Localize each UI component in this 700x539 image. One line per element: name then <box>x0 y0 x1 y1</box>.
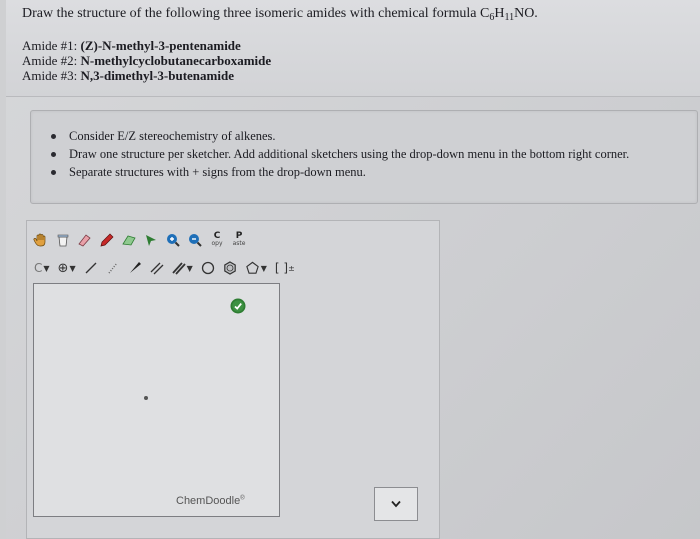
eraser-icon[interactable] <box>75 230 95 250</box>
amide-item-2: Amide #2: N-methylcyclobutanecarboxamide <box>22 53 271 68</box>
lasso-icon[interactable] <box>119 230 139 250</box>
double-bond-icon[interactable] <box>147 258 167 278</box>
sketcher-toolbar: Copy Paste C ▼ ⊕ ▼ ▼ ▼ [] ± <box>31 225 435 279</box>
chevron-down-icon: ▼ <box>260 263 267 273</box>
copy-text: opy <box>211 240 223 247</box>
amide-label: Amide #3: <box>22 68 78 83</box>
toolbar-row-2: C ▼ ⊕ ▼ ▼ ▼ [] ± <box>31 257 300 279</box>
amide-item-3: Amide #3: N,3-dimethyl-3-butenamide <box>22 68 271 83</box>
instructions-box: Consider E/Z stereochemistry of alkenes.… <box>30 110 698 204</box>
instruction-item: Consider E/Z stereochemistry of alkenes. <box>47 127 697 145</box>
amide-name: (Z)-N-methyl-3-pentenamide <box>80 38 241 53</box>
bracket-charge: ± <box>288 263 295 273</box>
amide-item-1: Amide #1: (Z)-N-methyl-3-pentenamide <box>22 38 271 53</box>
element-dropdown[interactable]: C ▼ <box>31 258 53 278</box>
add-sketcher-dropdown[interactable] <box>374 487 418 521</box>
chevron-down-icon <box>391 500 401 508</box>
element-label: C <box>34 261 43 275</box>
brand-text: ChemDoodle <box>176 495 241 507</box>
copy-button[interactable]: Copy <box>207 230 227 250</box>
select-arrow-icon[interactable] <box>141 230 161 250</box>
chemdoodle-logo: ChemDoodle® <box>176 495 245 507</box>
clear-icon[interactable] <box>53 230 73 250</box>
paste-letter: P <box>235 231 243 241</box>
ring-circle-icon[interactable] <box>198 258 218 278</box>
charge-dropdown[interactable]: ⊕ ▼ <box>55 258 79 278</box>
question-header: Draw the structure of the following thre… <box>6 0 700 97</box>
zoom-in-icon[interactable] <box>163 230 183 250</box>
ring-dropdown[interactable]: ▼ <box>242 258 270 278</box>
instruction-item: Draw one structure per sketcher. Add add… <box>47 145 697 163</box>
question-title: Draw the structure of the following thre… <box>22 6 538 23</box>
subscript-h: 11 <box>504 12 515 23</box>
pencil-icon[interactable] <box>97 230 117 250</box>
title-text: Draw the structure of the following thre… <box>22 6 490 21</box>
drawing-canvas[interactable]: ChemDoodle® <box>33 283 280 517</box>
paste-button[interactable]: Paste <box>229 230 249 250</box>
copy-letter: C <box>213 231 221 241</box>
paste-text: aste <box>232 240 246 247</box>
instruction-list: Consider E/Z stereochemistry of alkenes.… <box>47 127 697 181</box>
amide-list: Amide #1: (Z)-N-methyl-3-pentenamide Ami… <box>22 38 271 83</box>
chevron-down-icon: ▼ <box>186 263 193 273</box>
chevron-down-icon: ▼ <box>69 263 76 273</box>
toolbar-row-1: Copy Paste <box>31 229 251 251</box>
hand-tool-icon[interactable] <box>31 230 51 250</box>
instruction-item: Separate structures with + signs from th… <box>47 163 697 181</box>
bracket-icon: [ ] <box>274 261 289 275</box>
bracket-tool[interactable]: [ ] ± <box>272 258 298 278</box>
title-end: NO. <box>514 6 538 21</box>
wedge-bond-icon[interactable] <box>125 258 145 278</box>
chevron-down-icon: ▼ <box>43 263 50 273</box>
hashed-bond-icon[interactable] <box>103 258 123 278</box>
canvas-cursor-dot <box>144 396 148 400</box>
bond-type-dropdown[interactable]: ▼ <box>169 258 196 278</box>
amide-name: N,3-dimethyl-3-butenamide <box>80 68 234 83</box>
amide-name: N-methylcyclobutanecarboxamide <box>80 53 272 68</box>
single-bond-icon[interactable] <box>81 258 101 278</box>
benzene-ring-icon[interactable] <box>220 258 240 278</box>
brand-mark: ® <box>240 495 245 502</box>
amide-label: Amide #1: <box>22 38 78 53</box>
plus-circle-icon: ⊕ <box>57 260 69 276</box>
check-icon[interactable] <box>230 298 246 314</box>
zoom-out-icon[interactable] <box>185 230 205 250</box>
amide-label: Amide #2: <box>22 53 78 68</box>
question-page: Draw the structure of the following thre… <box>6 0 700 539</box>
title-h: H <box>494 6 505 21</box>
